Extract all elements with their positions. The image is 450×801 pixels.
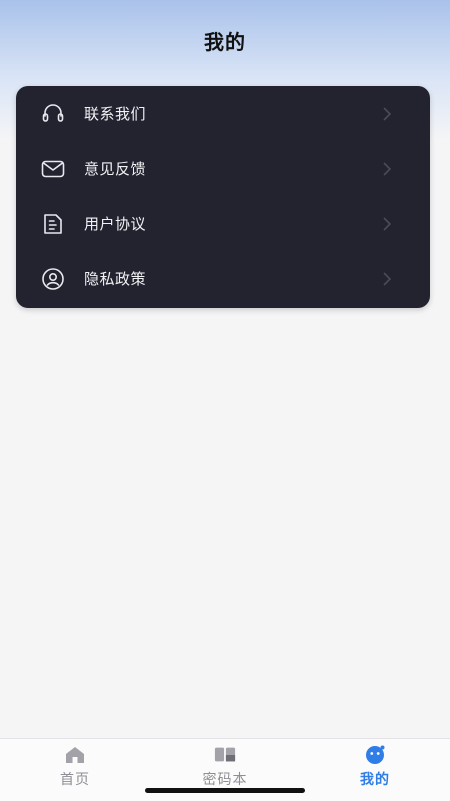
tab-label: 密码本 — [202, 772, 248, 788]
document-icon — [40, 211, 66, 237]
chevron-right-icon — [382, 271, 392, 286]
menu-item-privacy-policy[interactable]: 隐私政策 — [16, 251, 430, 306]
menu-card: 联系我们 意见反馈 用户协议 隐私政策 — [16, 86, 430, 308]
menu-item-label: 意见反馈 — [84, 160, 147, 178]
tab-label: 我的 — [360, 772, 390, 788]
profile-face-icon — [364, 745, 386, 765]
home-icon — [64, 745, 86, 765]
menu-item-user-agreement[interactable]: 用户协议 — [16, 196, 430, 251]
headset-icon — [40, 101, 66, 127]
menu-item-label: 用户协议 — [84, 215, 147, 233]
chevron-right-icon — [382, 161, 392, 176]
page-title: 我的 — [204, 29, 246, 54]
envelope-icon — [40, 156, 66, 182]
menu-item-contact-us[interactable]: 联系我们 — [16, 86, 430, 141]
tab-mine[interactable]: 我的 — [300, 739, 450, 801]
menu-item-label: 联系我们 — [84, 105, 147, 123]
menu-item-feedback[interactable]: 意见反馈 — [16, 141, 430, 196]
privacy-face-icon — [40, 266, 66, 292]
tab-home[interactable]: 首页 — [0, 739, 150, 801]
tab-label: 首页 — [60, 772, 90, 788]
home-indicator — [145, 788, 305, 793]
chevron-right-icon — [382, 106, 392, 121]
chevron-right-icon — [382, 216, 392, 231]
menu-item-label: 隐私政策 — [84, 270, 147, 288]
notebook-icon — [214, 745, 236, 765]
page-header: 我的 — [0, 18, 450, 62]
